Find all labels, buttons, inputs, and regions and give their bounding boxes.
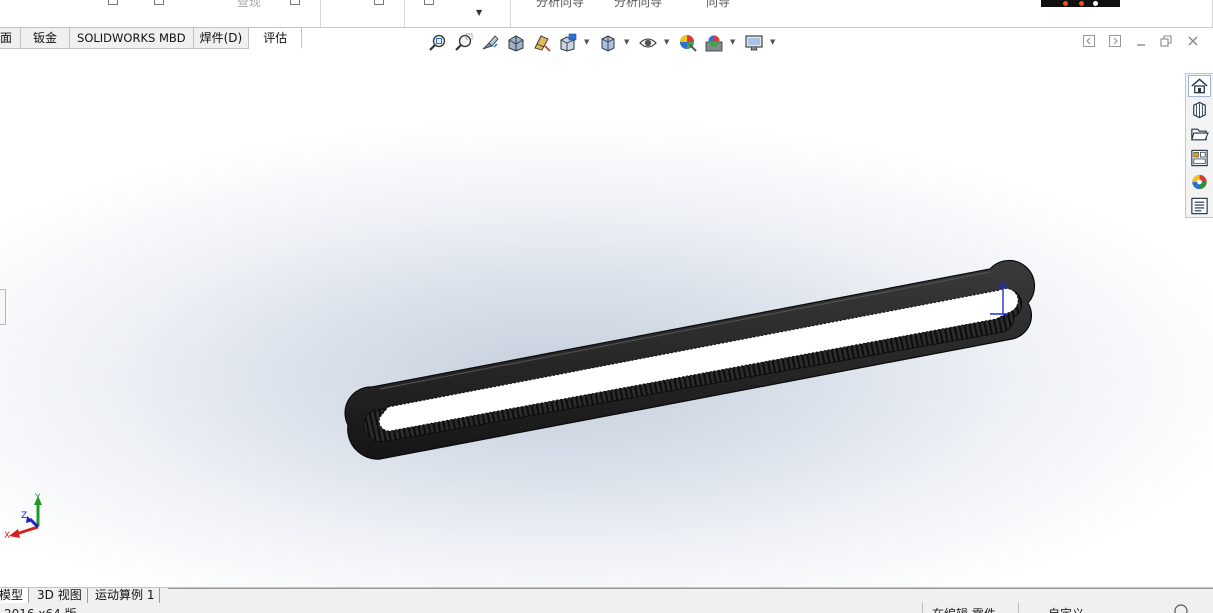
file-explorer-icon[interactable] — [1188, 123, 1211, 145]
tab-model[interactable]: 模型 — [0, 588, 30, 604]
triad-z-label: Z — [21, 511, 27, 521]
minimize-icon[interactable] — [1134, 34, 1148, 48]
triad-y-label: Y — [34, 493, 41, 503]
ribbon-tool-icon[interactable] — [374, 0, 384, 5]
ribbon-item-label[interactable]: 向导 — [706, 0, 730, 10]
tab-motion-study-1[interactable]: 运动算例 1 — [90, 588, 161, 604]
chevron-down-icon[interactable]: ▼ — [770, 38, 775, 46]
command-manager-ribbon: 查现 ▼ 分析向导 分析向导 向导 — [0, 0, 1213, 28]
chevron-down-icon[interactable]: ▼ — [624, 38, 629, 46]
model-graphics: Y X Z — [4, 259, 1036, 541]
ribbon-separator — [404, 0, 405, 27]
logo-dot — [1079, 1, 1084, 6]
timing-belt-model[interactable] — [344, 259, 1036, 460]
status-units-text[interactable]: 自定义 — [1048, 605, 1084, 613]
restore-icon[interactable] — [1159, 34, 1173, 48]
tab-divider — [168, 588, 1213, 589]
custom-properties-icon[interactable] — [1188, 195, 1211, 217]
tile-right-icon[interactable] — [1108, 34, 1122, 48]
status-version-text: 2016 x64 版 — [4, 605, 77, 613]
command-manager-tabs: 面 钣金 SOLIDWORKS MBD 焊件(D) 评估 — [0, 27, 303, 49]
task-pane — [1185, 73, 1213, 218]
ribbon-item-label[interactable]: 分析向导 — [536, 0, 584, 10]
tab-surfaces[interactable]: 面 — [0, 27, 22, 49]
design-library-icon[interactable] — [1188, 99, 1211, 121]
tab-evaluate[interactable]: 评估 — [249, 27, 303, 49]
triad-x-label: X — [4, 531, 10, 541]
model-view-tabs: 模型 3D 视图 运动算例 1 — [0, 587, 1213, 604]
tab-3d-views[interactable]: 3D 视图 — [32, 588, 88, 604]
ribbon-dropdown-icon[interactable]: ▼ — [476, 8, 482, 17]
appearances-icon[interactable] — [1188, 171, 1211, 193]
status-editing-text: 在编辑 零件 — [932, 605, 996, 613]
tab-weldments[interactable]: 焊件(D) — [193, 27, 250, 49]
ribbon-item-label[interactable]: 查现 — [237, 0, 261, 10]
ribbon-item-label[interactable]: 分析向导 — [614, 0, 662, 10]
ribbon-tool-icon[interactable] — [108, 0, 118, 5]
tab-solidworks-mbd[interactable]: SOLIDWORKS MBD — [70, 27, 194, 49]
chevron-down-icon[interactable]: ▼ — [664, 38, 669, 46]
logo-dot — [1093, 1, 1098, 6]
close-icon[interactable] — [1186, 34, 1200, 48]
tab-sheet-metal[interactable]: 钣金 — [21, 27, 71, 49]
ribbon-separator — [320, 0, 321, 27]
brand-logo — [1041, 0, 1120, 7]
status-bar: 2016 x64 版 在编辑 零件 自定义 — [0, 603, 1213, 613]
view-palette-icon[interactable] — [1188, 147, 1211, 169]
tile-left-icon[interactable] — [1082, 34, 1096, 48]
ribbon-tool-icon[interactable] — [154, 0, 164, 5]
status-divider — [1018, 603, 1019, 613]
ribbon-separator — [510, 0, 511, 27]
home-icon[interactable] — [1188, 75, 1211, 97]
ribbon-tool-icon[interactable] — [290, 0, 300, 5]
chevron-down-icon[interactable]: ▼ — [730, 38, 735, 46]
reference-triad[interactable]: Y X Z — [4, 493, 42, 541]
logo-dot — [1063, 1, 1068, 6]
status-divider — [922, 603, 923, 613]
chevron-down-icon[interactable]: ▼ — [584, 38, 589, 46]
ribbon-tool-icon[interactable] — [424, 0, 434, 5]
help-icon[interactable] — [1174, 604, 1188, 613]
